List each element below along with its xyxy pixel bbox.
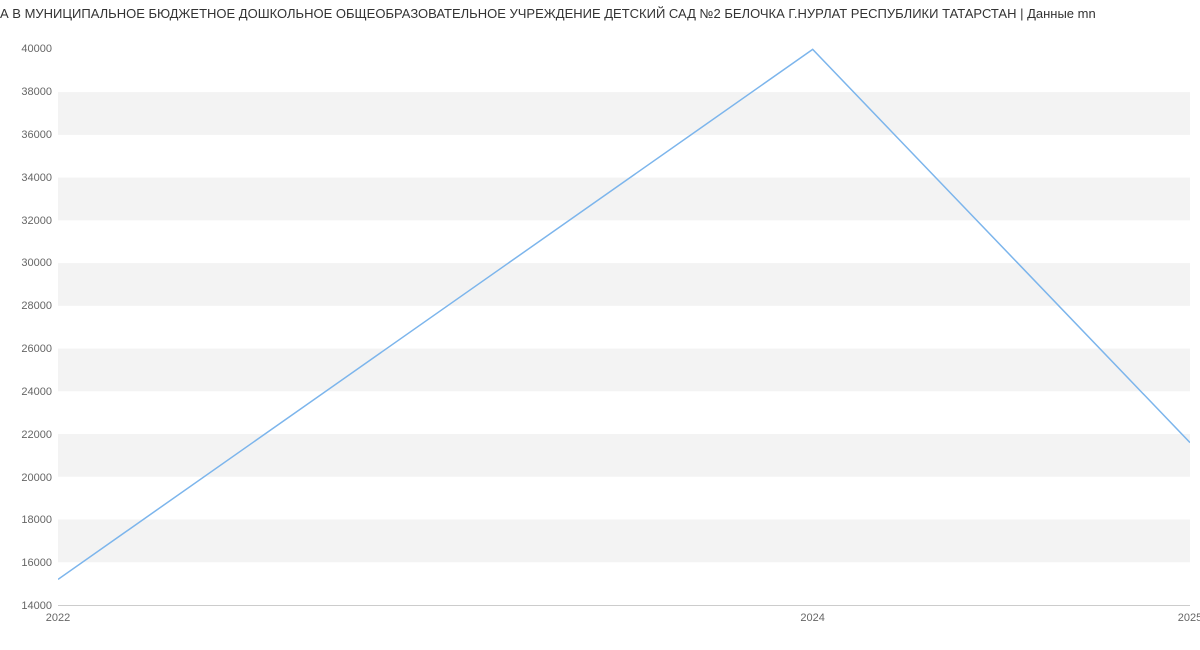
y-tick-label: 40000	[6, 43, 52, 55]
x-tick-label: 2022	[46, 612, 70, 624]
y-tick-label: 18000	[6, 514, 52, 526]
y-tick-label: 22000	[6, 429, 52, 441]
y-tick-label: 14000	[6, 600, 52, 612]
x-tick-label: 2025	[1178, 612, 1200, 624]
chart-title: А В МУНИЦИПАЛЬНОЕ БЮДЖЕТНОЕ ДОШКОЛЬНОЕ О…	[0, 6, 1200, 21]
y-tick-label: 20000	[6, 472, 52, 484]
y-tick-label: 32000	[6, 215, 52, 227]
y-tick-label: 16000	[6, 557, 52, 569]
y-tick-label: 28000	[6, 300, 52, 312]
y-tick-label: 34000	[6, 172, 52, 184]
y-tick-label: 36000	[6, 129, 52, 141]
y-tick-label: 30000	[6, 257, 52, 269]
y-tick-label: 38000	[6, 86, 52, 98]
chart-container: А В МУНИЦИПАЛЬНОЕ БЮДЖЕТНОЕ ДОШКОЛЬНОЕ О…	[0, 0, 1200, 650]
y-tick-label: 26000	[6, 343, 52, 355]
x-tick-label: 2024	[800, 612, 824, 624]
plot-area	[58, 28, 1190, 606]
y-tick-label: 24000	[6, 386, 52, 398]
line-series	[58, 28, 1190, 605]
